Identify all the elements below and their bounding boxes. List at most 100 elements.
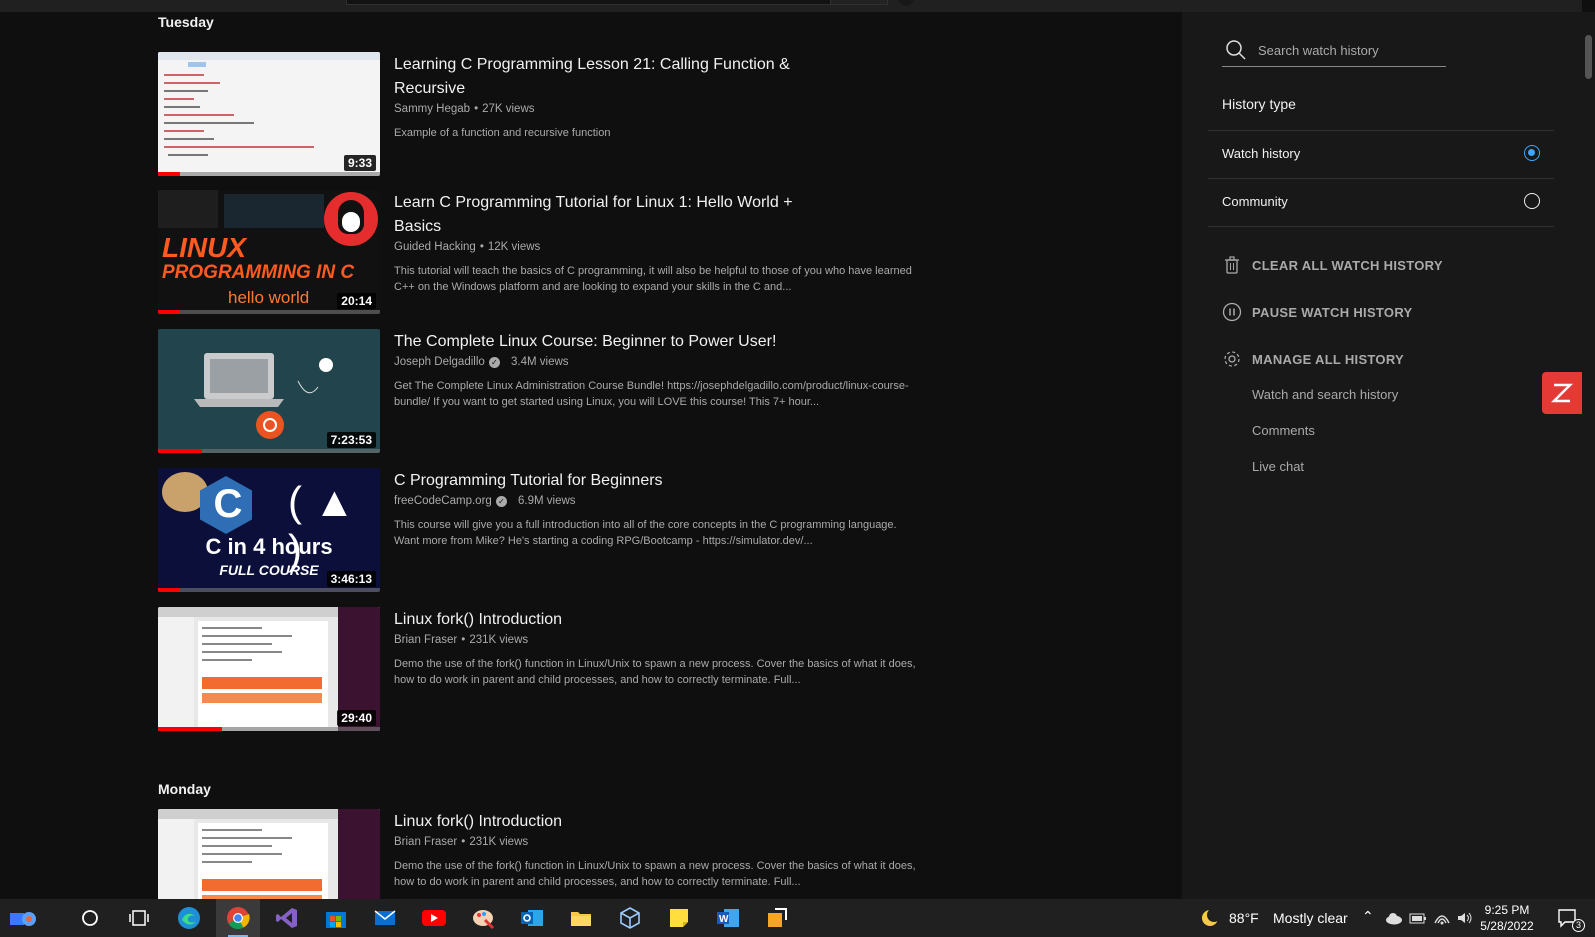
video-item[interactable]: 29:40 Linux fork() Introduction Brian Fr… [158,607,918,731]
scrollbar-thumb[interactable] [1585,35,1592,79]
widgets-icon[interactable] [0,899,44,937]
zotero-icon [1551,383,1573,403]
video-title[interactable]: C Programming Tutorial for Beginners [394,469,934,493]
video-item[interactable]: 9:33 Learning C Programming Lesson 21: C… [158,52,918,176]
file-explorer-icon[interactable] [559,899,603,937]
option-label: Watch history [1222,146,1301,161]
page-scrollbar[interactable] [1582,12,1595,899]
chevron-up-icon[interactable]: ⌃ [1362,908,1374,925]
radio-selected-icon[interactable] [1524,145,1540,161]
video-thumbnail[interactable]: 29:40 [158,607,380,731]
channel-name[interactable]: Brian Fraser [394,634,457,646]
edge-icon[interactable] [167,899,211,937]
app-icon[interactable] [755,899,799,937]
visual-studio-icon[interactable] [265,899,309,937]
onedrive-cloud-icon[interactable] [1382,899,1406,937]
search-history-input[interactable] [1256,38,1445,62]
view-count: 6.9M views [518,495,576,507]
history-sidebar: History type Watch history Community CLE… [1182,12,1582,899]
weather-condition[interactable]: Mostly clear [1273,910,1348,926]
masthead-search-bar[interactable] [346,0,832,5]
view-count: 3.4M views [511,356,569,368]
windows-taskbar: W 88°F Mostly clear ⌃ 9:25 PM 5/28/2022 … [0,899,1595,937]
battery-icon[interactable] [1406,899,1430,937]
video-description: This tutorial will teach the basics of C… [394,265,912,293]
channel-name[interactable]: freeCodeCamp.org [394,495,492,507]
video-duration: 3:46:13 [326,571,376,587]
3d-viewer-icon[interactable] [608,899,652,937]
mail-icon[interactable] [363,899,407,937]
clock-date: 5/28/2022 [1480,919,1534,933]
channel-name[interactable]: Brian Fraser [394,836,457,848]
video-title[interactable]: Linux fork() Introduction [394,810,934,834]
outlook-icon[interactable] [510,899,554,937]
video-description: Demo the use of the fork() function in L… [394,860,916,888]
clear-all-history-button[interactable]: CLEAR ALL WATCH HISTORY [1222,252,1443,278]
wifi-icon[interactable] [1430,899,1454,937]
youtube-icon[interactable] [412,899,456,937]
video-thumbnail[interactable]: C ( ▲ ) C in 4 hours FULL COURSE 3:46:13 [158,468,380,592]
search-icon[interactable] [1224,38,1248,62]
video-thumbnail[interactable]: LINUX PROGRAMMING IN C hello world 20:14 [158,190,380,314]
video-meta: Guided Hacking • 12K views [394,241,541,253]
video-description: Get The Complete Linux Administration Co… [394,380,909,408]
radio-unselected-icon[interactable] [1524,193,1540,209]
view-count: 12K views [487,241,541,253]
watch-progress-bar [158,588,380,592]
video-duration: 20:14 [337,293,376,309]
video-title[interactable]: Learning C Programming Lesson 21: Callin… [394,53,934,101]
chrome-icon[interactable] [216,899,260,937]
channel-name[interactable]: Sammy Hegab [394,103,470,115]
weather-temperature[interactable]: 88°F [1229,910,1259,926]
watch-and-search-history-link[interactable]: Watch and search history [1252,387,1398,402]
search-circle-icon[interactable] [68,899,112,937]
video-item[interactable]: 7:23:53 The Complete Linux Course: Begin… [158,329,918,453]
zotero-extension-button[interactable] [1542,372,1582,414]
task-view-icon[interactable] [117,899,161,937]
notification-count-badge: 3 [1572,919,1585,932]
video-title[interactable]: Learn C Programming Tutorial for Linux 1… [394,191,934,239]
video-meta: freeCodeCamp.org ✓ 6.9M views [394,495,934,507]
weather-moon-icon[interactable] [1197,899,1225,937]
video-meta: Joseph Delgadillo ✓ 3.4M views [394,356,934,368]
video-thumbnail[interactable] [158,809,380,899]
history-type-heading: History type [1222,96,1296,112]
history-search[interactable] [1222,36,1446,67]
video-meta: Sammy Hegab • 27K views [394,103,535,115]
video-duration: 9:33 [343,155,376,171]
video-thumbnail[interactable]: 7:23:53 [158,329,380,453]
paint-icon[interactable] [461,899,505,937]
history-type-option-watch[interactable]: Watch history [1208,131,1554,177]
video-item[interactable]: LINUX PROGRAMMING IN C hello world 20:14… [158,190,918,314]
sticky-notes-icon[interactable] [657,899,701,937]
video-thumbnail[interactable]: 9:33 [158,52,380,176]
store-icon[interactable] [314,899,358,937]
live-chat-link[interactable]: Live chat [1252,459,1304,474]
manage-history-button[interactable]: MANAGE ALL HISTORY [1222,346,1404,372]
comments-link[interactable]: Comments [1252,423,1315,438]
video-item[interactable]: Linux fork() Introduction Brian Fraser •… [158,809,918,899]
system-clock[interactable]: 9:25 PM 5/28/2022 [1472,902,1542,934]
view-count: 27K views [482,103,535,115]
history-feed: Tuesday 9:33 Learning C Programming Less… [0,12,1182,899]
word-icon[interactable]: W [706,899,750,937]
watch-progress-bar [158,172,380,176]
channel-name[interactable]: Guided Hacking [394,241,476,253]
video-description: This course will give you a full introdu… [394,519,897,547]
clock-time: 9:25 PM [1484,903,1530,917]
video-item[interactable]: C ( ▲ ) C in 4 hours FULL COURSE 3:46:13… [158,468,918,592]
channel-name[interactable]: Joseph Delgadillo [394,356,485,368]
video-title[interactable]: The Complete Linux Course: Beginner to P… [394,330,934,354]
divider [1208,226,1554,227]
voice-search-icon[interactable] [898,0,914,6]
view-count: 231K views [469,634,529,646]
pause-circle-icon [1222,302,1242,322]
notification-center-icon[interactable]: 3 [1548,899,1588,937]
history-type-option-community[interactable]: Community [1208,179,1554,225]
pause-history-button[interactable]: PAUSE WATCH HISTORY [1222,299,1413,325]
watch-progress-bar [158,449,380,453]
video-title[interactable]: Linux fork() Introduction [394,608,934,632]
watch-progress-bar [158,727,380,731]
section-title-tuesday: Tuesday [158,14,214,30]
masthead-search-button[interactable] [830,0,888,5]
